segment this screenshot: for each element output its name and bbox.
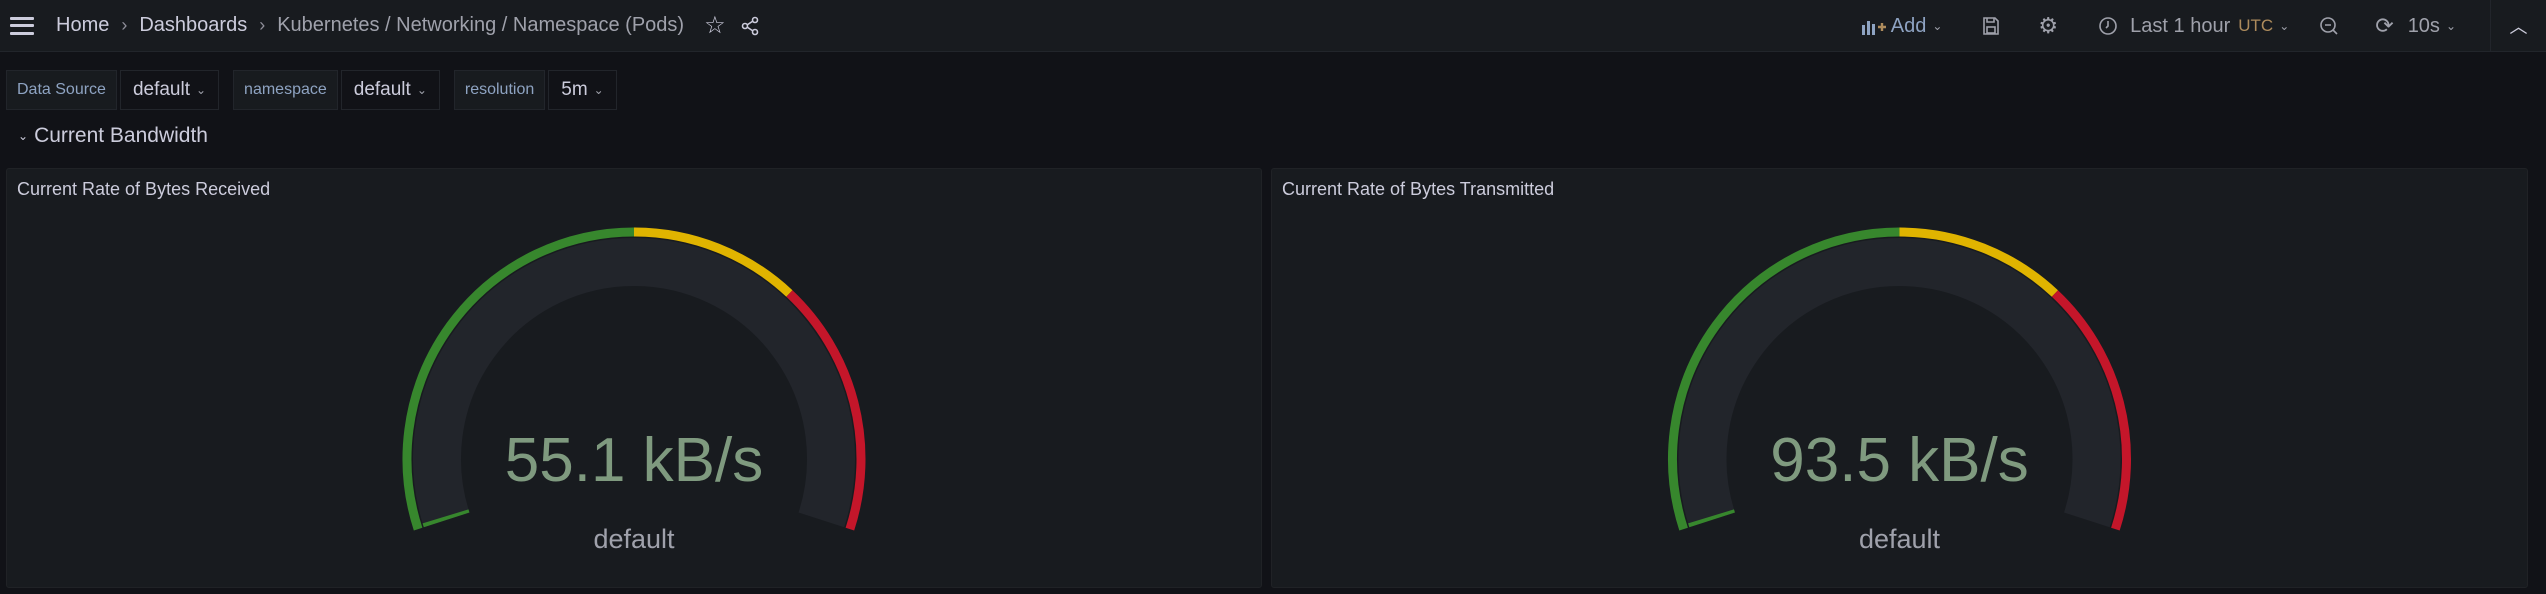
gauge-value-fill (422, 509, 470, 528)
chevron-down-icon: ⌄ (2445, 19, 2456, 33)
variable-select-resolution[interactable]: 5m ⌄ (548, 70, 617, 110)
chevron-right-icon: › (259, 15, 266, 35)
refresh-icon: ⟳ (2375, 13, 2394, 38)
gauge-legend: default (1859, 524, 1941, 554)
save-icon[interactable] (1982, 16, 2000, 36)
row-current-bandwidth[interactable]: ⌄ Current Bandwidth (18, 124, 208, 148)
time-picker[interactable]: Last 1 hour UTC ⌄ (2098, 15, 2289, 38)
star-icon[interactable]: ☆ (704, 11, 726, 40)
chevron-down-icon: ⌄ (1932, 19, 1943, 33)
breadcrumb-dashboards[interactable]: Dashboards (139, 14, 247, 37)
breadcrumb-home[interactable]: Home (56, 14, 109, 37)
chevron-down-icon: ⌄ (195, 83, 207, 97)
menu-icon[interactable] (10, 16, 34, 35)
panel-title[interactable]: Current Rate of Bytes Transmitted (1282, 179, 1554, 200)
panel-title[interactable]: Current Rate of Bytes Received (17, 179, 270, 200)
refresh-interval: 10s (2407, 14, 2440, 37)
variable-label-namespace: namespace (233, 70, 338, 110)
variable-label-resolution: resolution (453, 70, 546, 110)
chevron-down-icon: ⌄ (2279, 19, 2290, 33)
timezone-label: UTC (2238, 16, 2274, 35)
variables-bar: Data Source default ⌄ namespace default ⌄ … (6, 70, 631, 110)
gauge-panel-bytes-transmitted: 93.5 kB/s default Current Rate of Bytes T… (1271, 168, 2528, 588)
collapse-chevron-up-icon[interactable]: ︿ (2490, 0, 2546, 52)
add-button[interactable]: Add ⌄ (1861, 14, 1943, 38)
settings-gear-icon[interactable]: ⚙ (2038, 13, 2058, 39)
gauge-svg: 93.5 kB/s default (1668, 227, 2131, 554)
top-navbar: Home › Dashboards › Kubernetes / Network… (0, 0, 2546, 52)
variable-label-datasource: Data Source (6, 70, 117, 110)
variable-select-namespace[interactable]: default ⌄ (340, 70, 440, 110)
chevron-right-icon: › (121, 15, 128, 35)
variable-value: default (353, 79, 411, 100)
zoom-out-icon[interactable] (2319, 16, 2339, 36)
gauge-legend: default (593, 524, 675, 554)
share-icon[interactable] (740, 16, 760, 36)
breadcrumb-current-dashboard: Kubernetes / Networking / Namespace (Pod… (277, 14, 685, 36)
chevron-down-icon: ⌄ (416, 83, 427, 97)
time-range-label: Last 1 hour (2130, 14, 2231, 37)
variable-value: default (132, 79, 190, 100)
add-label: Add (1890, 14, 1927, 37)
refresh-button[interactable]: ⟳ 10s ⌄ (2375, 13, 2456, 39)
add-panel-icon (1861, 21, 1886, 35)
gauge-value-fill (1688, 509, 1735, 528)
row-title: Current Bandwidth (34, 124, 208, 147)
gauge-svg: 55.1 kB/s default (402, 227, 866, 554)
gauge-value: 93.5 kB/s (1770, 426, 2028, 495)
chevron-down-icon: ⌄ (18, 129, 29, 143)
variable-select-datasource[interactable]: default ⌄ (119, 70, 220, 110)
variable-value: 5m (561, 79, 588, 100)
clock-icon (2099, 17, 2117, 35)
chevron-down-icon: ⌄ (593, 83, 604, 97)
gauge-panel-bytes-received: 55.1 kB/s default Current Rate of Bytes R… (6, 168, 1262, 588)
breadcrumb: Home › Dashboards › Kubernetes / Network… (56, 11, 760, 40)
gauge-value: 55.1 kB/s (505, 426, 763, 495)
